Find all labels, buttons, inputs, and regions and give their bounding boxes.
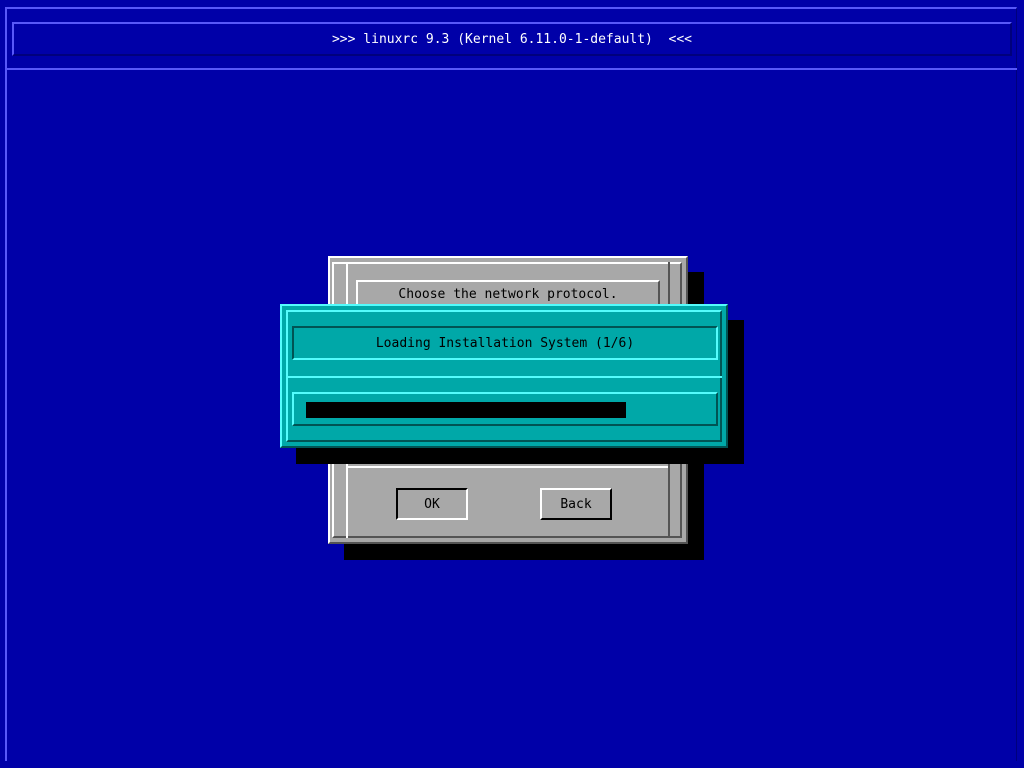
- protocol-dialog-divider: [348, 466, 668, 468]
- loading-message-text: Loading Installation System (1/6): [375, 335, 635, 351]
- title-divider: [7, 68, 1017, 70]
- progress-bar: [292, 392, 718, 426]
- loading-dialog: Loading Installation System (1/6): [280, 304, 728, 448]
- loading-message: Loading Installation System (1/6): [292, 326, 718, 360]
- progress-fill: [306, 402, 626, 418]
- loading-dialog-divider: [288, 376, 722, 378]
- ok-button[interactable]: OK: [396, 488, 468, 520]
- linuxrc-screen: >>> linuxrc 9.3 (Kernel 6.11.0-1-default…: [0, 0, 1024, 768]
- protocol-prompt: Choose the network protocol.: [356, 280, 660, 306]
- progress-track: [306, 402, 706, 418]
- back-button[interactable]: Back: [540, 488, 612, 520]
- title-text: >>> linuxrc 9.3 (Kernel 6.11.0-1-default…: [331, 31, 693, 47]
- protocol-prompt-text: Choose the network protocol.: [398, 286, 618, 302]
- title-bar: >>> linuxrc 9.3 (Kernel 6.11.0-1-default…: [12, 22, 1012, 56]
